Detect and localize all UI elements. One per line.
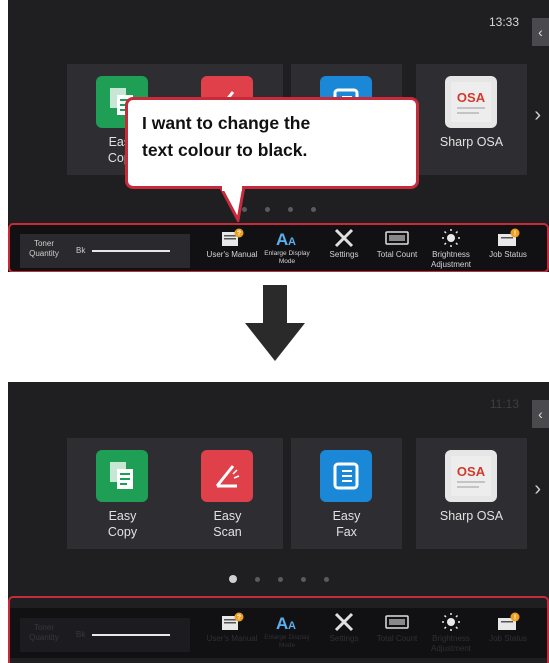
bottom-home-screen: 11:13 ‹ Easy Copy Easy Scan Easy Fax OSA Sh… bbox=[8, 382, 549, 663]
svg-text:OSA: OSA bbox=[457, 90, 486, 105]
next-page-arrow[interactable]: › bbox=[534, 104, 541, 127]
easy-copy-icon bbox=[96, 450, 148, 502]
side-panel-tab[interactable]: ‹ bbox=[532, 400, 549, 428]
callout-pointer bbox=[218, 186, 246, 222]
sharp-osa-icon: OSA bbox=[445, 76, 497, 128]
taskbar-highlight-frame bbox=[8, 223, 549, 272]
easy-fax-icon bbox=[320, 450, 372, 502]
page-indicator bbox=[8, 575, 549, 583]
page-indicator bbox=[8, 207, 549, 212]
page-dot[interactable] bbox=[310, 207, 316, 212]
page-dot[interactable] bbox=[323, 576, 329, 582]
side-panel-tab[interactable]: ‹ bbox=[532, 18, 549, 46]
tile-label: Sharp OSA bbox=[439, 509, 504, 523]
page-dot[interactable] bbox=[287, 207, 293, 212]
down-arrow-icon bbox=[245, 285, 305, 361]
page-dot[interactable] bbox=[254, 576, 260, 582]
tile-sharp-osa[interactable]: OSA Sharp OSA bbox=[416, 64, 527, 175]
speech-callout: I want to change the text colour to blac… bbox=[125, 97, 419, 189]
tile-easy-copy[interactable]: Easy Copy bbox=[67, 438, 178, 549]
sharp-osa-icon: OSA bbox=[445, 450, 497, 502]
tile-label: Sharp OSA bbox=[439, 135, 504, 149]
tile-label: Easy Scan bbox=[213, 509, 242, 539]
tile-sharp-osa[interactable]: OSA Sharp OSA bbox=[416, 438, 527, 549]
tile-label: Easy Copy bbox=[107, 509, 138, 539]
callout-line: I want to change the bbox=[142, 113, 311, 133]
svg-text:OSA: OSA bbox=[457, 464, 486, 479]
clock: 13:33 bbox=[488, 15, 519, 29]
tile-easy-fax[interactable]: Easy Fax bbox=[291, 438, 402, 549]
easy-scan-icon bbox=[201, 450, 253, 502]
tile-label: Easy Fax bbox=[332, 509, 361, 539]
page-dot[interactable] bbox=[264, 207, 270, 212]
taskbar-highlight-frame bbox=[8, 596, 549, 663]
tile-easy-scan[interactable]: Easy Scan bbox=[172, 438, 283, 549]
callout-line: text colour to black. bbox=[142, 140, 308, 160]
clock: 11:13 bbox=[489, 397, 519, 411]
page-dot[interactable] bbox=[277, 576, 283, 582]
page-dot[interactable] bbox=[300, 576, 306, 582]
page-dot-active[interactable] bbox=[228, 575, 237, 583]
next-page-arrow[interactable]: › bbox=[534, 478, 541, 501]
